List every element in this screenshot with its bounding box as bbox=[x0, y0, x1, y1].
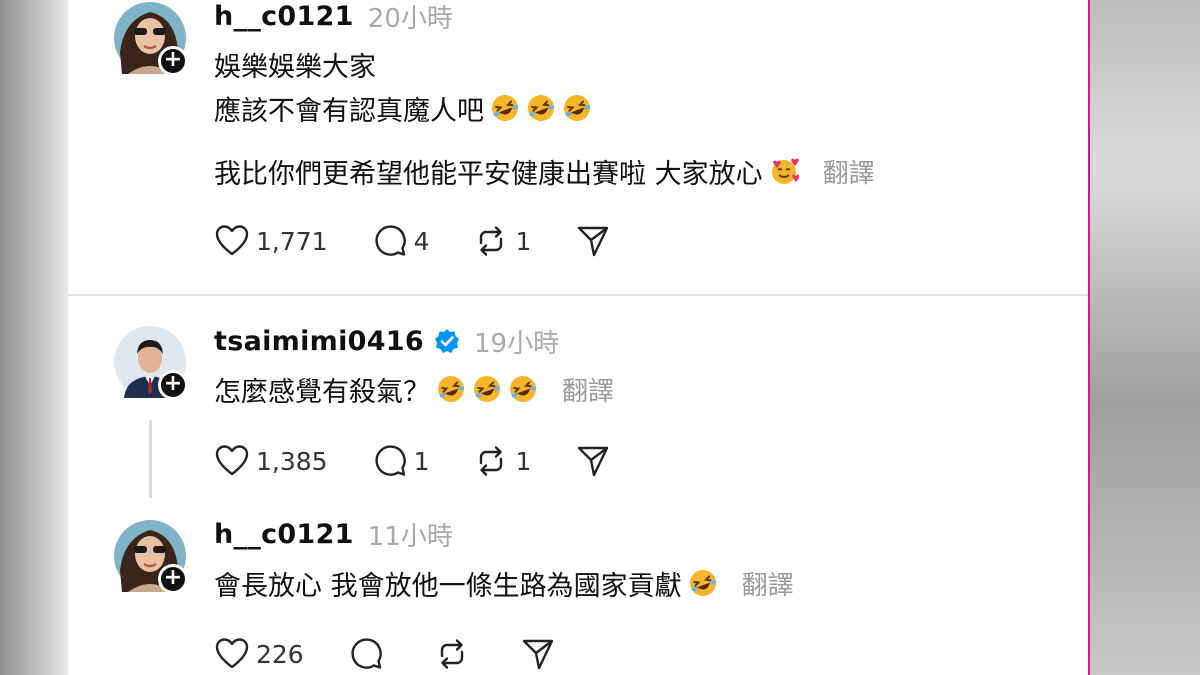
timestamp[interactable]: 19小時 bbox=[474, 323, 559, 360]
avatar[interactable]: + bbox=[114, 520, 188, 594]
translate-link[interactable]: 翻譯 bbox=[742, 565, 794, 602]
rolling-on-floor-laughing-emoji bbox=[562, 93, 592, 123]
verified-badge-icon bbox=[434, 328, 460, 354]
avatar[interactable]: + bbox=[114, 326, 188, 400]
post-header: tsaimimi0416 19小時 bbox=[214, 323, 559, 360]
rolling-on-floor-laughing-emoji bbox=[490, 93, 520, 123]
post-text-line: 我比你們更希望他能平安健康出賽啦 大家放心 翻譯 bbox=[214, 153, 875, 190]
follow-plus-icon[interactable]: + bbox=[158, 46, 188, 76]
share-button[interactable] bbox=[575, 443, 611, 479]
repost-icon bbox=[434, 636, 470, 672]
reply-button[interactable] bbox=[348, 636, 390, 672]
post-text-line: 娛樂娛樂大家 bbox=[214, 46, 376, 83]
rolling-on-floor-laughing-emoji bbox=[436, 374, 466, 404]
username[interactable]: h__c0121 bbox=[214, 519, 354, 550]
like-count: 1,385 bbox=[256, 446, 328, 476]
post-text: 娛樂娛樂大家 bbox=[214, 51, 376, 83]
post-actions: 1,385 1 1 bbox=[214, 441, 655, 481]
rolling-on-floor-laughing-emoji bbox=[526, 93, 556, 123]
repost-button[interactable]: 1 bbox=[473, 223, 531, 259]
repost-count: 1 bbox=[515, 446, 532, 476]
threads-feed-panel: + h__c0121 20小時 娛樂娛樂大家 應該不會有認真魔人吧 我比你們更希… bbox=[68, 0, 1090, 675]
repost-button[interactable] bbox=[434, 636, 476, 672]
rolling-on-floor-laughing-emoji bbox=[472, 374, 502, 404]
follow-plus-icon[interactable]: + bbox=[158, 564, 188, 594]
share-button[interactable] bbox=[520, 636, 556, 672]
post-text-line: 應該不會有認真魔人吧 bbox=[214, 90, 592, 127]
rolling-on-floor-laughing-emoji bbox=[508, 374, 538, 404]
post-header: h__c0121 20小時 bbox=[214, 0, 453, 35]
repost-icon bbox=[473, 223, 509, 259]
username[interactable]: tsaimimi0416 bbox=[214, 326, 424, 357]
smiling-face-with-hearts-emoji bbox=[769, 156, 799, 186]
post-header: h__c0121 11小時 bbox=[214, 516, 453, 553]
like-button[interactable]: 226 bbox=[214, 636, 304, 672]
comment-icon bbox=[372, 223, 408, 259]
like-count: 1,771 bbox=[256, 226, 328, 256]
post-divider bbox=[68, 294, 1088, 296]
avatar[interactable]: + bbox=[114, 2, 188, 76]
reply-count: 1 bbox=[413, 446, 430, 476]
repost-icon bbox=[473, 443, 509, 479]
send-icon bbox=[575, 443, 611, 479]
timestamp[interactable]: 20小時 bbox=[368, 0, 453, 35]
heart-icon bbox=[214, 443, 250, 479]
thread-connector-line bbox=[149, 420, 152, 498]
post-text-line: 會長放心 我會放他一條生路為國家貢獻 翻譯 bbox=[214, 565, 794, 602]
comment-icon bbox=[372, 443, 408, 479]
post-actions: 1,771 4 1 bbox=[214, 221, 655, 261]
post-text-line: 怎麼感覺有殺氣？ 翻譯 bbox=[214, 371, 614, 408]
like-count: 226 bbox=[256, 639, 304, 669]
reply-button[interactable]: 4 bbox=[372, 223, 430, 259]
reply-button[interactable]: 1 bbox=[372, 443, 430, 479]
post-text: 怎麼感覺有殺氣？ bbox=[214, 376, 430, 408]
like-button[interactable]: 1,385 bbox=[214, 443, 328, 479]
reply-count: 4 bbox=[413, 226, 430, 256]
repost-button[interactable]: 1 bbox=[473, 443, 531, 479]
post-text: 應該不會有認真魔人吧 bbox=[214, 95, 484, 127]
share-button[interactable] bbox=[575, 223, 611, 259]
rolling-on-floor-laughing-emoji bbox=[688, 568, 718, 598]
comment-icon bbox=[348, 636, 384, 672]
send-icon bbox=[575, 223, 611, 259]
translate-link[interactable]: 翻譯 bbox=[823, 153, 875, 190]
like-button[interactable]: 1,771 bbox=[214, 223, 328, 259]
blurred-background-right bbox=[1090, 0, 1200, 675]
post-text: 會長放心 我會放他一條生路為國家貢獻 bbox=[214, 570, 682, 602]
post-actions: 226 bbox=[214, 634, 600, 674]
username[interactable]: h__c0121 bbox=[214, 1, 354, 32]
blurred-background-left bbox=[0, 0, 68, 675]
post-text: 我比你們更希望他能平安健康出賽啦 大家放心 bbox=[214, 158, 763, 190]
heart-icon bbox=[214, 636, 250, 672]
follow-plus-icon[interactable]: + bbox=[158, 370, 188, 400]
translate-link[interactable]: 翻譯 bbox=[562, 371, 614, 408]
repost-count: 1 bbox=[515, 226, 532, 256]
send-icon bbox=[520, 636, 556, 672]
heart-icon bbox=[214, 223, 250, 259]
timestamp[interactable]: 11小時 bbox=[368, 516, 453, 553]
